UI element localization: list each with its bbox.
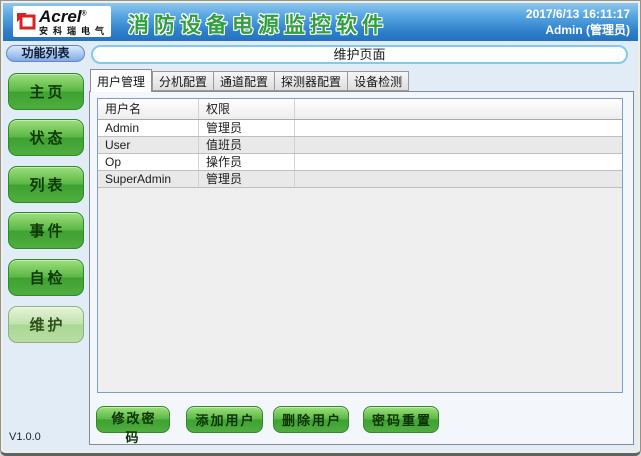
app-title: 消防设备电源监控软件: [128, 9, 388, 39]
username-cell: User: [98, 137, 199, 153]
tab-device-check[interactable]: 设备检测: [348, 71, 409, 91]
sidebar-header: 功能列表: [6, 45, 85, 62]
acrel-logo: Acrel® 安科瑞电气: [13, 6, 111, 37]
app-window: Acrel® 安科瑞电气 消防设备电源监控软件 2017/6/13 16:11:…: [0, 0, 641, 456]
table-row[interactable]: Op 操作员: [98, 154, 622, 171]
sidebar-item-maintenance[interactable]: 维护: [8, 306, 84, 343]
table-row[interactable]: SuperAdmin 管理员: [98, 171, 622, 188]
page-title: 维护页面: [91, 45, 628, 64]
username-cell: Admin: [98, 120, 199, 136]
sidebar-item-status[interactable]: 状态: [8, 119, 84, 156]
version-label: V1.0.0: [9, 431, 41, 443]
registered-mark: ®: [82, 10, 87, 17]
username-cell: SuperAdmin: [98, 171, 199, 187]
role-cell: 值班员: [199, 137, 295, 153]
sidebar-item-home[interactable]: 主页: [8, 73, 84, 110]
tab-extension-config[interactable]: 分机配置: [152, 71, 214, 91]
tab-user-management[interactable]: 用户管理: [90, 69, 152, 92]
table-row[interactable]: Admin 管理员: [98, 120, 622, 137]
brand-name: Acrel®: [39, 8, 109, 25]
brand-subtitle: 安科瑞电气: [39, 27, 109, 36]
table-header-row: 用户名 权限: [98, 99, 622, 120]
role-cell: 操作员: [199, 154, 295, 170]
column-header-filler: [295, 99, 622, 119]
delete-user-button[interactable]: 删除用户: [273, 406, 349, 433]
sidebar-item-selftest[interactable]: 自检: [8, 259, 84, 296]
reset-password-button[interactable]: 密码重置: [363, 406, 439, 433]
datetime-label: 2017/6/13 16:11:17: [526, 6, 630, 22]
column-header-role[interactable]: 权限: [199, 99, 295, 119]
table-row[interactable]: User 值班员: [98, 137, 622, 154]
sidebar-item-events[interactable]: 事件: [8, 212, 84, 249]
column-header-username[interactable]: 用户名: [98, 99, 199, 119]
tab-page-user-management: 用户名 权限 Admin 管理员 User 值班员 Op 操作员 SuperAd…: [89, 91, 634, 445]
user-table: 用户名 权限 Admin 管理员 User 值班员 Op 操作员 SuperAd…: [97, 98, 623, 393]
current-user-label: Admin (管理员): [526, 22, 630, 38]
tab-channel-config[interactable]: 通道配置: [214, 71, 275, 91]
role-cell: 管理员: [199, 171, 295, 187]
add-user-button[interactable]: 添加用户: [186, 406, 263, 433]
change-password-button[interactable]: 修改密码: [96, 406, 170, 433]
sidebar-item-list[interactable]: 列表: [8, 166, 84, 203]
role-cell: 管理员: [199, 120, 295, 136]
acrel-logo-icon: [16, 12, 37, 31]
tab-detector-config[interactable]: 探测器配置: [275, 71, 348, 91]
app-header: Acrel® 安科瑞电气 消防设备电源监控软件 2017/6/13 16:11:…: [3, 3, 638, 41]
tab-bar: 用户管理 分机配置 通道配置 探测器配置 设备检测: [90, 69, 409, 92]
username-cell: Op: [98, 154, 199, 170]
